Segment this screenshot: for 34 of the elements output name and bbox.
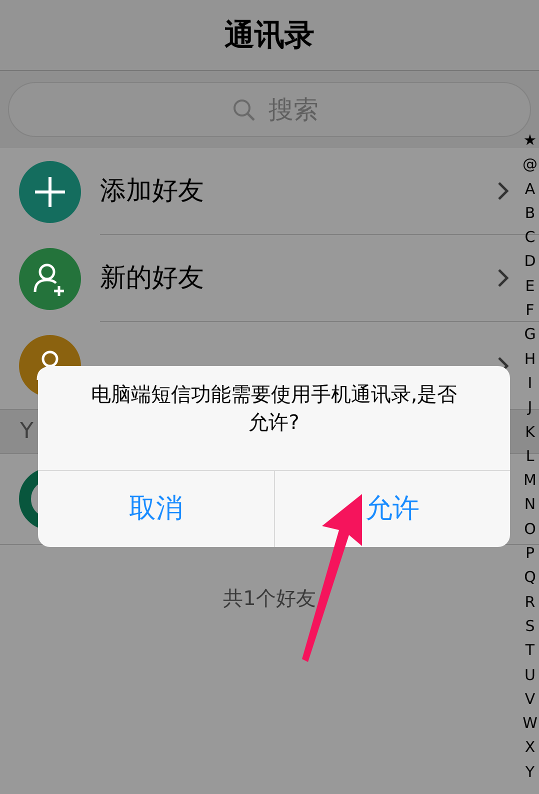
index-letter[interactable]: I: [528, 370, 532, 396]
index-letter[interactable]: K: [525, 420, 535, 444]
index-letter[interactable]: V: [524, 686, 536, 712]
page-title: 通讯录: [224, 16, 314, 54]
menu-label: 添加好友: [100, 174, 205, 208]
section-letter: Y: [20, 418, 34, 446]
index-letter[interactable]: U: [524, 662, 536, 687]
index-letter[interactable]: @: [522, 152, 538, 177]
index-letter[interactable]: Q: [524, 565, 536, 590]
index-letter[interactable]: R: [524, 590, 536, 614]
index-letter[interactable]: T: [525, 638, 535, 663]
index-letter[interactable]: O: [524, 516, 536, 542]
index-letter[interactable]: P: [525, 541, 535, 566]
chevron-icon: [497, 181, 509, 201]
index-letter[interactable]: N: [524, 492, 536, 517]
index-letter[interactable]: L: [526, 444, 534, 468]
index-letter[interactable]: E: [525, 274, 535, 298]
search-icon: [232, 98, 256, 122]
index-letter[interactable]: H: [524, 346, 536, 371]
index-letter[interactable]: G: [524, 322, 536, 347]
index-letter[interactable]: A: [524, 176, 536, 201]
index-letter[interactable]: S: [525, 614, 535, 638]
index-letter[interactable]: B: [524, 200, 536, 226]
dialog-message: 电脑端短信功能需要使用手机通讯录,是否允许?: [90, 381, 458, 436]
index-letter[interactable]: J: [528, 395, 532, 420]
index-letter[interactable]: Y: [525, 760, 535, 784]
index-letter[interactable]: F: [526, 298, 534, 322]
index-letter[interactable]: M: [524, 468, 536, 492]
chevron-icon: [497, 268, 509, 288]
friend-count: 共1个好友: [223, 585, 316, 612]
index-letter[interactable]: W: [522, 711, 538, 736]
menu-label: 新的好友: [100, 262, 205, 294]
index-letter[interactable]: X: [524, 735, 536, 760]
index-letter[interactable]: D: [524, 249, 536, 274]
